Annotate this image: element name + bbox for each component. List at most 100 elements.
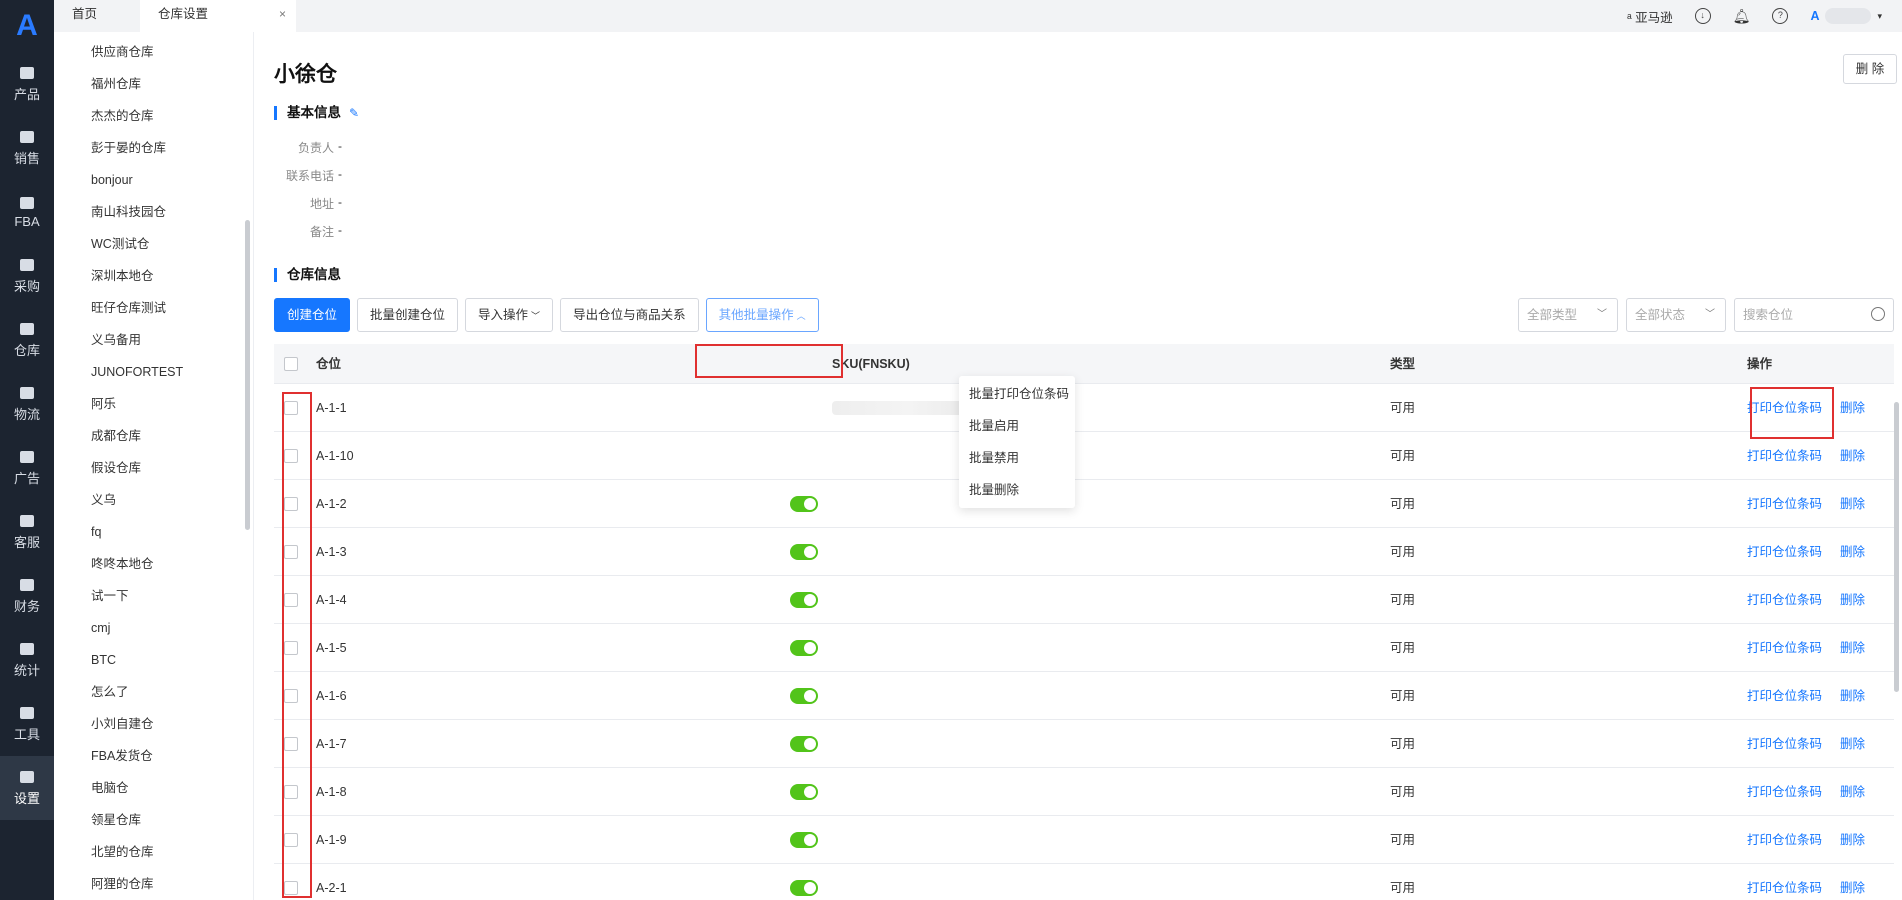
delete-link[interactable]: 删除 <box>1840 864 1865 900</box>
sidebar-warehouse-item[interactable]: 彭于晏的仓库 <box>54 132 253 164</box>
sidebar-warehouse-item[interactable]: 供应商仓库 <box>54 36 253 68</box>
create-location-button[interactable]: 创建仓位 <box>274 298 351 332</box>
delete-link[interactable]: 删除 <box>1840 816 1865 864</box>
rail-item[interactable]: 工具 <box>0 692 54 756</box>
print-barcode-link[interactable]: 打印仓位条码 <box>1747 624 1822 672</box>
print-barcode-link[interactable]: 打印仓位条码 <box>1747 480 1822 528</box>
delete-link[interactable]: 删除 <box>1840 768 1865 816</box>
sidebar-warehouse-item[interactable]: 深圳本地仓 <box>54 260 253 292</box>
sidebar-warehouse-item[interactable]: 旺仔仓库测试 <box>54 292 253 324</box>
type-filter-select[interactable]: 全部类型 ﹀ <box>1518 298 1618 332</box>
status-toggle[interactable] <box>790 768 818 800</box>
rail-item[interactable]: 采购 <box>0 244 54 308</box>
print-barcode-link[interactable]: 打印仓位条码 <box>1747 528 1822 576</box>
import-dropdown[interactable]: 导入操作 ﹀ <box>465 298 554 332</box>
menu-item[interactable]: 批量打印仓位条码 <box>959 378 1075 410</box>
status-toggle[interactable] <box>790 816 818 848</box>
sidebar-warehouse-item[interactable]: BTC <box>54 644 253 676</box>
select-all-checkbox[interactable] <box>284 357 298 371</box>
status-toggle[interactable] <box>790 624 818 656</box>
print-barcode-link[interactable]: 打印仓位条码 <box>1747 720 1822 768</box>
print-barcode-link[interactable]: 打印仓位条码 <box>1747 768 1822 816</box>
sidebar-warehouse-item[interactable]: 小刘自建仓 <box>54 708 253 740</box>
user-menu[interactable]: A ▾ <box>1810 8 1882 24</box>
delete-link[interactable]: 删除 <box>1840 576 1865 624</box>
tab-home[interactable]: 首页 <box>54 0 122 32</box>
bell-icon[interactable]: 🔔︎ <box>1733 8 1751 25</box>
sidebar-warehouse-item[interactable]: 阿狸的仓库 <box>54 868 253 900</box>
sidebar-warehouse-item[interactable]: 试一下 <box>54 580 253 612</box>
sidebar-warehouse-item[interactable]: 咚咚本地仓 <box>54 548 253 580</box>
print-barcode-link[interactable]: 打印仓位条码 <box>1747 432 1822 480</box>
delete-link[interactable]: 删除 <box>1840 528 1865 576</box>
sidebar-warehouse-item[interactable]: fq <box>54 516 253 548</box>
delete-link[interactable]: 删除 <box>1840 624 1865 672</box>
export-button[interactable]: 导出仓位与商品关系 <box>560 298 699 332</box>
sidebar-warehouse-item[interactable]: JUNOFORTEST <box>54 356 253 388</box>
sidebar-warehouse-item[interactable]: cmj <box>54 612 253 644</box>
sidebar-warehouse-item[interactable]: 福州仓库 <box>54 68 253 100</box>
delete-link[interactable]: 删除 <box>1840 432 1865 480</box>
status-toggle[interactable] <box>790 720 818 752</box>
print-barcode-link[interactable]: 打印仓位条码 <box>1747 576 1822 624</box>
other-batch-dropdown[interactable]: 其他批量操作 ︿ <box>705 298 819 332</box>
delete-link[interactable]: 删除 <box>1840 480 1865 528</box>
sidebar-warehouse-item[interactable]: 北望的仓库 <box>54 836 253 868</box>
sidebar-warehouse-item[interactable]: bonjour <box>54 164 253 196</box>
batch-create-button[interactable]: 批量创建仓位 <box>357 298 459 332</box>
main-scrollbar[interactable] <box>1894 402 1899 692</box>
sidebar-scrollbar[interactable] <box>245 220 250 530</box>
print-barcode-link[interactable]: 打印仓位条码 <box>1747 816 1822 864</box>
marketplace-selector[interactable]: ᵃ 亚马逊 <box>1627 7 1673 26</box>
edit-icon[interactable]: ✎ <box>349 106 359 120</box>
delete-link[interactable]: 删除 <box>1840 672 1865 720</box>
sidebar-warehouse-item[interactable]: 义乌备用 <box>54 324 253 356</box>
app-logo[interactable]: A <box>0 0 54 52</box>
sidebar-warehouse-item[interactable]: 成都仓库 <box>54 420 253 452</box>
rail-item[interactable]: 广告 <box>0 436 54 500</box>
print-barcode-link[interactable]: 打印仓位条码 <box>1747 864 1822 900</box>
menu-item[interactable]: 批量启用 <box>959 410 1075 442</box>
location-code: A-1-2 <box>316 497 347 511</box>
download-icon[interactable]: ↓ <box>1694 8 1711 24</box>
sidebar-warehouse-item[interactable]: 领星仓库 <box>54 804 253 836</box>
sidebar-warehouse-item[interactable]: 怎么了 <box>54 676 253 708</box>
location-code: A-1-8 <box>316 785 347 799</box>
status-toggle[interactable] <box>790 576 818 608</box>
rail-item[interactable]: 客服 <box>0 500 54 564</box>
sidebar-warehouse-item[interactable]: 义乌 <box>54 484 253 516</box>
status-toggle[interactable] <box>790 864 818 896</box>
sidebar-warehouse-item[interactable]: WC测试仓 <box>54 228 253 260</box>
status-toggle[interactable] <box>790 672 818 704</box>
delete-link[interactable]: 删除 <box>1840 384 1865 432</box>
info-field: 联系电话 - <box>285 167 342 183</box>
sidebar-warehouse-item[interactable]: 南山科技园仓 <box>54 196 253 228</box>
delete-warehouse-button[interactable]: 删 除 <box>1843 54 1897 84</box>
rail-item[interactable]: 销售 <box>0 116 54 180</box>
sidebar-warehouse-item[interactable]: 阿乐 <box>54 388 253 420</box>
sidebar-warehouse-item[interactable]: FBA发货仓 <box>54 740 253 772</box>
status-toggle[interactable] <box>790 480 818 512</box>
rail-item[interactable]: 仓库 <box>0 308 54 372</box>
print-barcode-link[interactable]: 打印仓位条码 <box>1747 672 1822 720</box>
rail-item[interactable]: 统计 <box>0 628 54 692</box>
sidebar-warehouse-item[interactable]: 杰杰的仓库 <box>54 100 253 132</box>
headset-icon[interactable]: ? <box>1772 8 1789 24</box>
rail-item[interactable]: 财务 <box>0 564 54 628</box>
rail-item[interactable]: 物流 <box>0 372 54 436</box>
main-panel: 小徐仓 删 除 基本信息 ✎ 负责人 - 联系电话 - 地址 - 备注 - 仓库信息 创建仓位 … <box>256 32 1902 900</box>
sidebar-warehouse-item[interactable]: 假设仓库 <box>54 452 253 484</box>
tab-warehouse-settings[interactable]: 仓库设置 × <box>140 0 296 32</box>
menu-item[interactable]: 批量删除 <box>959 474 1075 506</box>
rail-item[interactable]: 产品 <box>0 52 54 116</box>
rail-item[interactable]: FBA <box>0 180 54 244</box>
rail-item[interactable]: 设置 <box>0 756 54 820</box>
sidebar-warehouse-item[interactable]: 电脑仓 <box>54 772 253 804</box>
search-input[interactable]: 搜索仓位 <box>1734 298 1894 332</box>
close-icon[interactable]: × <box>279 0 286 28</box>
menu-item[interactable]: 批量禁用 <box>959 442 1075 474</box>
status-toggle[interactable] <box>790 528 818 560</box>
status-filter-select[interactable]: 全部状态 ﹀ <box>1626 298 1726 332</box>
delete-link[interactable]: 删除 <box>1840 720 1865 768</box>
table-row: A-1-8 可用 打印仓位条码 删除 <box>274 768 1894 816</box>
